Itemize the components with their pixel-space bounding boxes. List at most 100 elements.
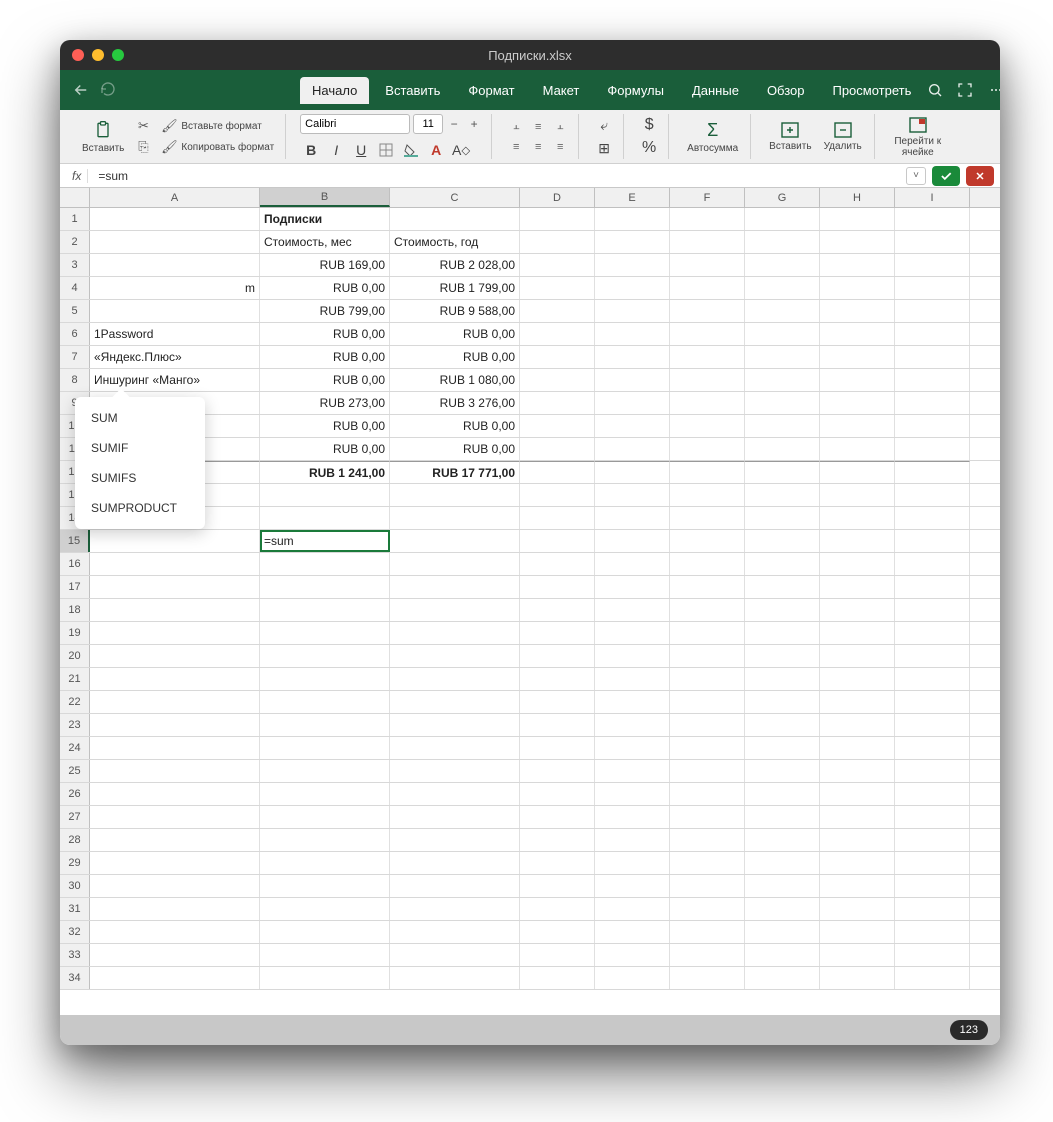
cell-G7[interactable] — [745, 346, 820, 368]
cell-D18[interactable] — [520, 599, 595, 621]
cell-G34[interactable] — [745, 967, 820, 989]
cell-G32[interactable] — [745, 921, 820, 943]
cell-G11[interactable] — [745, 438, 820, 460]
currency-button[interactable]: $ — [638, 115, 660, 135]
cell-D11[interactable] — [520, 438, 595, 460]
close-window-button[interactable] — [72, 49, 84, 61]
cell-A24[interactable] — [90, 737, 260, 759]
col-header-e[interactable]: E — [595, 188, 670, 207]
cell-H29[interactable] — [820, 852, 895, 874]
cell-A15[interactable] — [90, 530, 260, 552]
cell-I14[interactable] — [895, 507, 970, 529]
cell-A3[interactable] — [90, 254, 260, 276]
formula-cancel-button[interactable] — [966, 166, 994, 186]
cell-H14[interactable] — [820, 507, 895, 529]
zoom-indicator[interactable]: 123 — [950, 1020, 988, 1040]
cell-H24[interactable] — [820, 737, 895, 759]
cell-B7[interactable]: RUB 0,00 — [260, 346, 390, 368]
cell-F10[interactable] — [670, 415, 745, 437]
cell-C22[interactable] — [390, 691, 520, 713]
cell-B19[interactable] — [260, 622, 390, 644]
cell-I23[interactable] — [895, 714, 970, 736]
autosum-button[interactable]: Σ Автосумма — [683, 118, 742, 156]
cell-I7[interactable] — [895, 346, 970, 368]
cell-E23[interactable] — [595, 714, 670, 736]
cell-C7[interactable]: RUB 0,00 — [390, 346, 520, 368]
cell-D17[interactable] — [520, 576, 595, 598]
cell-F32[interactable] — [670, 921, 745, 943]
cell-I28[interactable] — [895, 829, 970, 851]
cell-E14[interactable] — [595, 507, 670, 529]
cell-I8[interactable] — [895, 369, 970, 391]
font-size-decrease[interactable]: − — [445, 114, 463, 134]
cell-E5[interactable] — [595, 300, 670, 322]
cell-G4[interactable] — [745, 277, 820, 299]
cell-D5[interactable] — [520, 300, 595, 322]
cell-D9[interactable] — [520, 392, 595, 414]
cell-I9[interactable] — [895, 392, 970, 414]
cell-E13[interactable] — [595, 484, 670, 506]
undo-button[interactable] — [100, 81, 116, 99]
cell-A32[interactable] — [90, 921, 260, 943]
cell-B8[interactable]: RUB 0,00 — [260, 369, 390, 391]
cell-F11[interactable] — [670, 438, 745, 460]
cell-D15[interactable] — [520, 530, 595, 552]
cell-C8[interactable]: RUB 1 080,00 — [390, 369, 520, 391]
cell-E6[interactable] — [595, 323, 670, 345]
row-header[interactable]: 31 — [60, 898, 90, 920]
row-header[interactable]: 30 — [60, 875, 90, 897]
cell-H31[interactable] — [820, 898, 895, 920]
cell-B17[interactable] — [260, 576, 390, 598]
cell-F12[interactable] — [670, 461, 745, 483]
cell-D4[interactable] — [520, 277, 595, 299]
copy-format-button[interactable]: 🖌Копировать формат — [158, 138, 277, 156]
cell-B12[interactable]: RUB 1 241,00 — [260, 461, 390, 483]
tab-view[interactable]: Просмотреть — [820, 77, 923, 104]
cell-H30[interactable] — [820, 875, 895, 897]
cell-F23[interactable] — [670, 714, 745, 736]
cell-A4[interactable]: m — [90, 277, 260, 299]
cell-E16[interactable] — [595, 553, 670, 575]
cell-G27[interactable] — [745, 806, 820, 828]
cell-A25[interactable] — [90, 760, 260, 782]
row-header[interactable]: 34 — [60, 967, 90, 989]
cell-A8[interactable]: Иншуринг «Манго» — [90, 369, 260, 391]
goto-cell-button[interactable]: Перейти к ячейке — [889, 114, 947, 160]
cell-H18[interactable] — [820, 599, 895, 621]
cell-A16[interactable] — [90, 553, 260, 575]
autocomplete-item[interactable]: SUMPRODUCT — [75, 493, 205, 523]
cell-E8[interactable] — [595, 369, 670, 391]
cell-B24[interactable] — [260, 737, 390, 759]
cell-B27[interactable] — [260, 806, 390, 828]
percent-button[interactable]: % — [638, 138, 660, 158]
cell-H1[interactable] — [820, 208, 895, 230]
row-header[interactable]: 3 — [60, 254, 90, 276]
cell-B14[interactable] — [260, 507, 390, 529]
row-header[interactable]: 28 — [60, 829, 90, 851]
cell-C13[interactable] — [390, 484, 520, 506]
cell-B6[interactable]: RUB 0,00 — [260, 323, 390, 345]
cell-C27[interactable] — [390, 806, 520, 828]
row-header[interactable]: 23 — [60, 714, 90, 736]
cell-G1[interactable] — [745, 208, 820, 230]
align-top[interactable]: ⫠ — [506, 118, 526, 136]
cell-C15[interactable] — [390, 530, 520, 552]
col-header-i[interactable]: I — [895, 188, 970, 207]
row-header[interactable]: 19 — [60, 622, 90, 644]
font-size-input[interactable] — [413, 114, 443, 134]
cell-B23[interactable] — [260, 714, 390, 736]
cell-H10[interactable] — [820, 415, 895, 437]
cell-B3[interactable]: RUB 169,00 — [260, 254, 390, 276]
cell-I26[interactable] — [895, 783, 970, 805]
cell-D32[interactable] — [520, 921, 595, 943]
row-header[interactable]: 25 — [60, 760, 90, 782]
cell-C23[interactable] — [390, 714, 520, 736]
cell-A17[interactable] — [90, 576, 260, 598]
cell-G24[interactable] — [745, 737, 820, 759]
row-header[interactable]: 26 — [60, 783, 90, 805]
cell-I27[interactable] — [895, 806, 970, 828]
cell-F1[interactable] — [670, 208, 745, 230]
cell-I4[interactable] — [895, 277, 970, 299]
autocomplete-item[interactable]: SUMIF — [75, 433, 205, 463]
cell-D31[interactable] — [520, 898, 595, 920]
